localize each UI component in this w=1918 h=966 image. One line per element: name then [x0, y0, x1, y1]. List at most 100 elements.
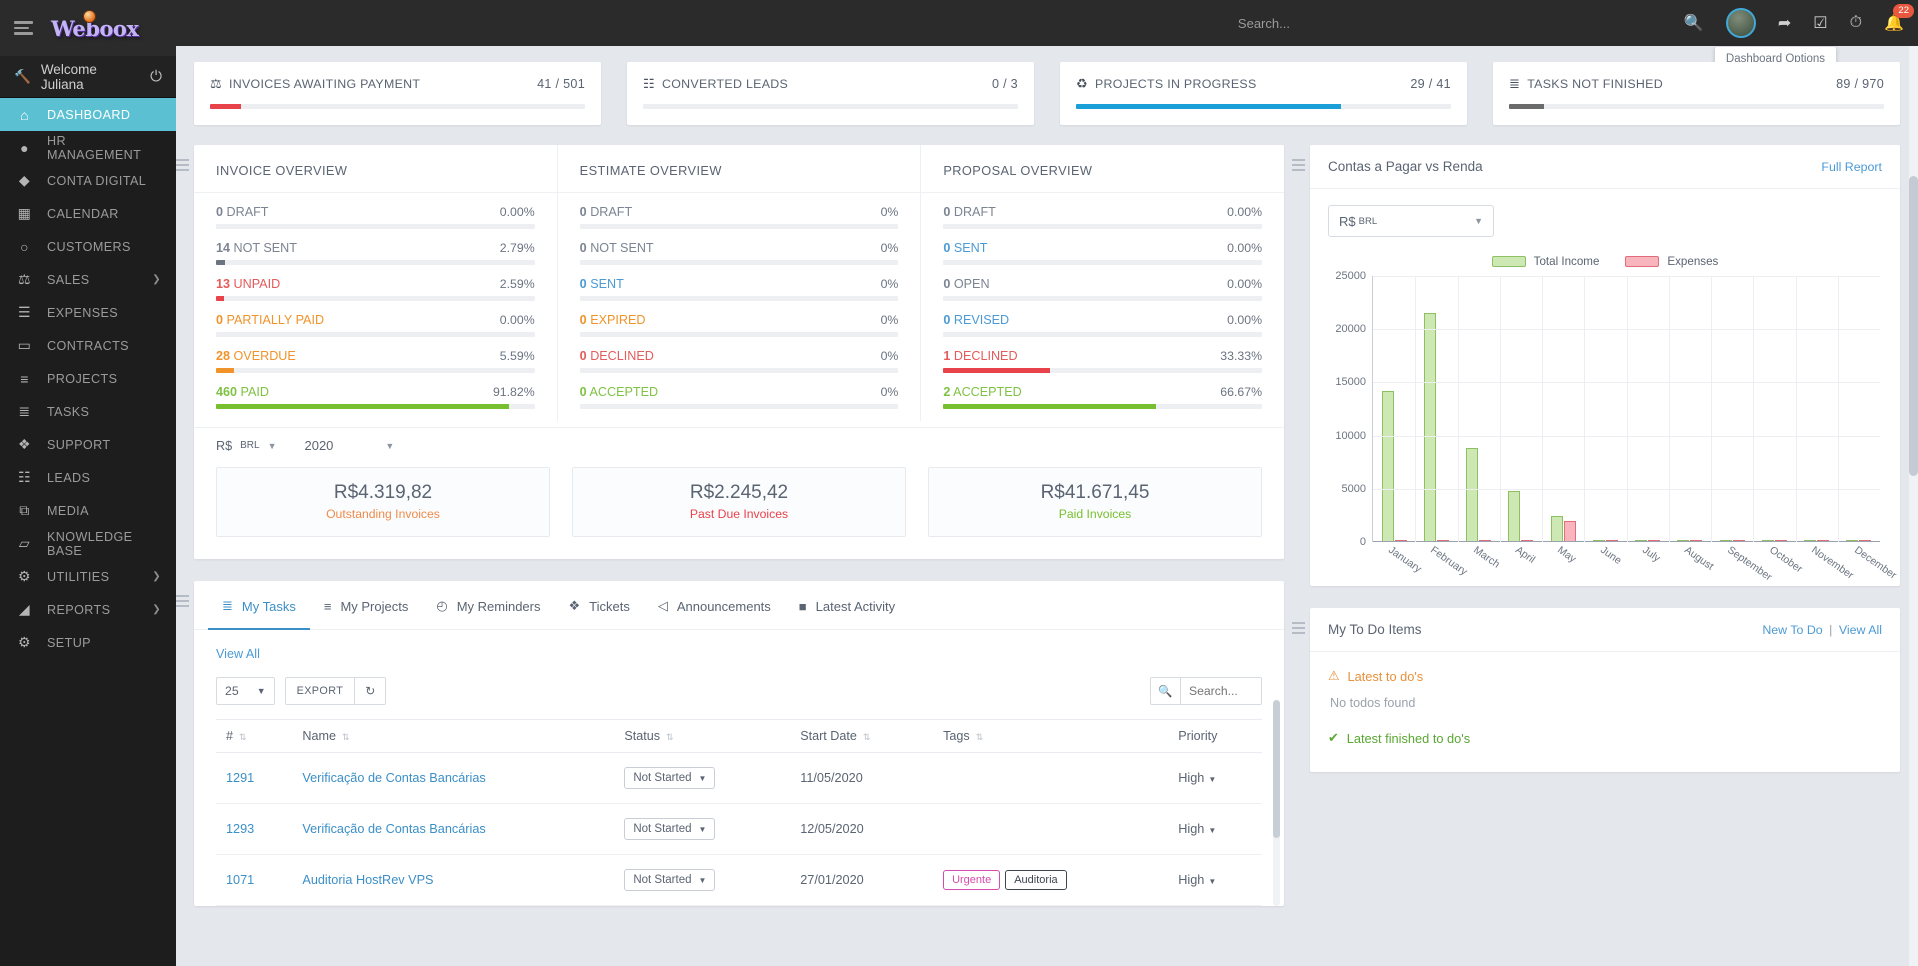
chart-bar[interactable] — [1508, 490, 1521, 542]
sidebar-item-utilities[interactable]: ⚙ UTILITIES ❯ — [0, 560, 176, 593]
table-col-header[interactable]: Status ⇅ — [614, 719, 791, 753]
global-search-input[interactable] — [1237, 15, 1668, 31]
table-header-row: # ⇅ Name ⇅ Status ⇅ Start Date ⇅ Tags ⇅ Priority — [216, 719, 1262, 753]
sidebar-item-media[interactable]: ⧉ MEDIA — [0, 494, 176, 527]
month-bar-group[interactable] — [1415, 276, 1457, 542]
kpi-card[interactable]: ☷ CONVERTED LEADS 0 / 3 — [627, 62, 1034, 125]
sidebar-item-tasks[interactable]: ≣ TASKS — [0, 395, 176, 428]
table-row[interactable]: 1293 Verificação de Contas Bancárias Not S… — [216, 803, 1262, 855]
tab-my-tasks[interactable]: ≣ My Tasks — [208, 581, 310, 630]
month-bar-group[interactable] — [1500, 276, 1542, 542]
table-col-header[interactable]: Start Date ⇅ — [790, 719, 934, 753]
table-col-header[interactable]: Name ⇅ — [292, 719, 615, 753]
task-name-link[interactable]: Verificação de Contas Bancárias — [302, 771, 485, 785]
kpi-card[interactable]: ♻ PROJECTS IN PROGRESS 29 / 41 — [1060, 62, 1467, 125]
month-bar-group[interactable] — [1796, 276, 1838, 542]
sidebar-item-sales[interactable]: ⚖ SALES ❯ — [0, 263, 176, 296]
page-scrollbar[interactable] — [1909, 46, 1918, 966]
todo-view-all-link[interactable]: View All — [1839, 623, 1882, 637]
sidebar-item-contracts[interactable]: ▭ CONTRACTS — [0, 329, 176, 362]
bell-icon[interactable]: 🔔 22 — [1884, 4, 1914, 33]
month-bar-group[interactable] — [1542, 276, 1584, 542]
table-scrollbar[interactable] — [1273, 700, 1280, 906]
check-square-icon[interactable]: ☑ — [1813, 13, 1827, 33]
table-row[interactable]: 1291 Verificação de Contas Bancárias Not S… — [216, 752, 1262, 804]
avatar[interactable] — [1725, 8, 1756, 38]
task-id-link[interactable]: 1071 — [226, 873, 254, 887]
view-all-link[interactable]: View All — [216, 647, 260, 661]
refresh-button[interactable]: ↻ — [355, 677, 387, 705]
sidebar-item-conta-digital[interactable]: ◆ CONTA DIGITAL — [0, 164, 176, 197]
new-todo-link[interactable]: New To Do — [1762, 623, 1822, 637]
month-bar-group[interactable] — [1627, 276, 1669, 542]
sidebar-item-expenses[interactable]: ☰ EXPENSES — [0, 296, 176, 329]
page-length-select[interactable]: 25 ▼ — [216, 677, 275, 705]
overview-row-name: NOT SENT — [233, 241, 297, 255]
priority-dropdown[interactable]: High ▼ — [1178, 771, 1216, 785]
table-col-header[interactable]: Tags ⇅ — [933, 719, 1169, 753]
chart-currency-select[interactable]: R$ BRL ▼ — [1328, 205, 1494, 237]
sidebar-item-label: SETUP — [47, 635, 91, 650]
overview-row: 0 ACCEPTED 0% — [579, 385, 899, 409]
task-name-link[interactable]: Auditoria HostRev VPS — [302, 873, 433, 887]
tab-my-reminders[interactable]: ◴ My Reminders — [422, 581, 554, 629]
tab-my-projects[interactable]: ≡ My Projects — [310, 582, 423, 629]
tab-announcements[interactable]: ◁ Announcements — [644, 581, 785, 629]
logout-icon[interactable]: ⏻ — [150, 68, 162, 85]
month-bar-group[interactable] — [1838, 276, 1880, 542]
month-bar-group[interactable] — [1753, 276, 1795, 542]
month-bar-group[interactable] — [1373, 276, 1415, 542]
overview-card-drag-handle[interactable] — [176, 159, 189, 171]
sidebar-item-hr-management[interactable]: ● HR MANAGEMENT — [0, 131, 176, 164]
search-icon[interactable]: 🔍 — [1684, 13, 1704, 33]
chart-bar[interactable] — [1563, 520, 1576, 542]
month-bar-group[interactable] — [1458, 276, 1500, 542]
chart-bar[interactable] — [1423, 313, 1436, 542]
task-id-link[interactable]: 1293 — [226, 822, 254, 836]
month-bar-group[interactable] — [1711, 276, 1753, 542]
clock-icon[interactable]: ⏱ — [1850, 14, 1862, 32]
sidebar-item-leads[interactable]: ☷ LEADS — [0, 461, 176, 494]
table-col-header[interactable]: # ⇅ — [216, 719, 293, 753]
table-search-input[interactable] — [1180, 677, 1262, 705]
todo-card-drag-handle[interactable] — [1292, 622, 1305, 634]
chart-bar[interactable] — [1381, 390, 1394, 542]
overview-title: ESTIMATE OVERVIEW — [579, 163, 722, 178]
priority-dropdown[interactable]: High ▼ — [1178, 822, 1216, 836]
tab-tickets[interactable]: ❖ Tickets — [554, 581, 643, 629]
sidebar-item-setup[interactable]: ⚙ SETUP — [0, 626, 176, 659]
priority-dropdown[interactable]: High ▼ — [1178, 873, 1216, 887]
sidebar-item-dashboard[interactable]: ⌂ DASHBOARD — [0, 98, 176, 131]
todo-actions: New To Do | View All — [1762, 623, 1882, 637]
sidebar-item-support[interactable]: ❖ SUPPORT — [0, 428, 176, 461]
task-id-link[interactable]: 1291 — [226, 771, 254, 785]
sidebar-item-customers[interactable]: ○ CUSTOMERS — [0, 230, 176, 263]
overview-row-name: SENT — [953, 241, 988, 255]
month-bar-group[interactable] — [1584, 276, 1626, 542]
table-row[interactable]: 1071 Auditoria HostRev VPS Not Started ▼ 27/… — [216, 854, 1262, 906]
brand-logo[interactable]: Weboox — [51, 9, 139, 41]
tab-latest-activity[interactable]: ■ Latest Activity — [785, 582, 909, 629]
sidebar-item-knowledge-base[interactable]: ▱ KNOWLEDGE BASE — [0, 527, 176, 560]
sidebar-toggle-icon[interactable] — [14, 21, 33, 35]
status-dropdown[interactable]: Not Started ▼ — [624, 818, 716, 840]
kpi-card[interactable]: ≣ TASKS NOT FINISHED 89 / 970 — [1493, 62, 1900, 125]
month-bar-group[interactable] — [1669, 276, 1711, 542]
status-dropdown[interactable]: Not Started ▼ — [624, 869, 716, 891]
sidebar-item-calendar[interactable]: ▦ CALENDAR — [0, 197, 176, 230]
share-icon[interactable]: ➦ — [1778, 13, 1791, 33]
currency-select[interactable]: R$ BRL ▼ — [216, 439, 276, 453]
task-name-link[interactable]: Verificação de Contas Bancárias — [302, 822, 485, 836]
status-dropdown[interactable]: Not Started ▼ — [624, 767, 716, 789]
sidebar-item-reports[interactable]: ◢ REPORTS ❯ — [0, 593, 176, 626]
tasks-card-drag-handle[interactable] — [176, 595, 189, 607]
chart-bar[interactable] — [1466, 448, 1479, 542]
kpi-card[interactable]: ⚖ INVOICES AWAITING PAYMENT 41 / 501 — [194, 62, 601, 125]
chart-bar[interactable] — [1550, 516, 1563, 542]
year-select[interactable]: 2020 ▼ — [304, 438, 394, 453]
sidebar-item-projects[interactable]: ≡ PROJECTS — [0, 362, 176, 395]
chart-card-drag-handle[interactable] — [1292, 159, 1305, 171]
full-report-link[interactable]: Full Report — [1821, 160, 1882, 174]
export-button[interactable]: EXPORT — [284, 677, 356, 705]
table-col-header[interactable]: Priority — [1168, 719, 1262, 753]
